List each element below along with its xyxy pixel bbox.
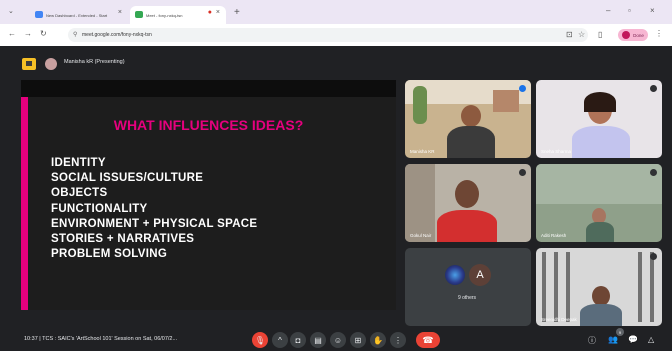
participant-body <box>437 210 497 242</box>
info-icon[interactable]: ⓘ <box>588 335 596 346</box>
bookmark-star-icon[interactable]: ☆ <box>578 30 585 39</box>
presenter-label: Manisha kR (Presenting) <box>64 59 125 65</box>
muted-mic-icon <box>519 169 526 176</box>
slide-list-item: PROBLEM SOLVING <box>51 248 168 261</box>
chevron-icon[interactable]: ^ <box>272 332 288 348</box>
tab-dashboard[interactable]: New Dashboard - Extended - Start × <box>30 6 128 24</box>
participant-face <box>455 180 479 208</box>
present-icon[interactable]: ⊞ <box>350 332 366 348</box>
slide-list: IDENTITY SOCIAL ISSUES/CULTURE OBJECTS F… <box>51 156 257 262</box>
activities-icon[interactable]: △ <box>648 335 654 344</box>
site-info-icon[interactable]: ⚲ <box>73 28 77 42</box>
raise-hand-icon[interactable]: ✋ <box>370 332 386 348</box>
participant-body <box>572 126 630 158</box>
back-icon[interactable]: ← <box>8 29 16 38</box>
participant-tile-sneha[interactable]: Sneha Sharma <box>536 80 662 158</box>
close-window-icon[interactable]: × <box>650 6 655 15</box>
recording-dot-icon: ● <box>207 9 212 16</box>
people-count-badge: 9 <box>616 328 624 336</box>
new-tab-icon[interactable]: + <box>234 7 240 18</box>
participant-face <box>592 286 610 306</box>
presenter-avatar <box>45 58 57 70</box>
plant-decor <box>413 86 427 124</box>
participant-avatar <box>445 265 465 285</box>
participant-tile-sreenidhi[interactable]: Sreenidhi Deepak <box>536 248 662 326</box>
participant-body <box>447 126 495 158</box>
browser-menu-icon[interactable]: ⋮ <box>655 29 663 38</box>
slide-list-item: ENVIRONMENT + PHYSICAL SPACE <box>51 217 258 230</box>
address-bar[interactable]: ⚲ meet.google.com/fony-nxkq-tsn <box>68 28 588 42</box>
participant-tile-gokul[interactable]: Gokul Nair <box>405 164 531 242</box>
participant-hair <box>584 92 616 112</box>
presenting-bar: Manisha kR (Presenting) <box>0 52 672 74</box>
tab-meet[interactable]: Meet - fony-nxkq-tsn ● × <box>130 6 226 24</box>
slide-title: WHAT INFLUENCES IDEAS? <box>113 117 304 133</box>
others-tile[interactable]: A 9 others <box>405 248 531 326</box>
participant-face <box>461 105 481 127</box>
meeting-controls-bar: 10:37 | TCS : SAIC's 'ArtSchool 101' Ses… <box>0 328 672 351</box>
meet-favicon-icon <box>135 11 143 18</box>
speaking-indicator-icon <box>519 85 526 92</box>
address-toolbar: ← → ↻ ⚲ meet.google.com/fony-nxkq-tsn ⊡ … <box>0 24 672 46</box>
others-count: 9 others <box>457 295 477 301</box>
install-icon[interactable]: ⊡ <box>566 30 573 39</box>
muted-mic-icon <box>650 169 657 176</box>
meeting-time-and-title: 10:37 | TCS : SAIC's 'ArtSchool 101' Ses… <box>24 336 178 342</box>
end-call-icon[interactable]: ☎ <box>416 332 440 348</box>
maximize-icon[interactable]: ▫ <box>628 6 631 15</box>
participant-avatar: A <box>469 264 491 286</box>
profile-avatar-icon <box>622 31 631 39</box>
slide-list-item: IDENTITY <box>51 157 106 169</box>
side-panel-icon[interactable]: ▯ <box>598 30 602 39</box>
minimize-icon[interactable]: – <box>606 6 610 15</box>
tab-search-icon[interactable]: ⌄ <box>8 7 14 15</box>
slide-list-item: STORIES + NARRATIVES <box>51 233 195 246</box>
participant-body <box>580 304 622 326</box>
people-icon[interactable]: 👥 <box>608 335 618 344</box>
chat-icon[interactable]: 💬 <box>628 335 638 344</box>
presentation-icon[interactable] <box>22 58 36 70</box>
more-icon[interactable]: ⋮ <box>390 332 406 348</box>
close-tab-icon[interactable]: × <box>216 9 220 16</box>
close-tab-icon[interactable]: × <box>118 9 122 16</box>
slide-top-band <box>21 80 396 97</box>
captions-icon[interactable]: ▤ <box>310 332 326 348</box>
participant-tile-aditi[interactable]: Aditi Rakesh <box>536 164 662 242</box>
muted-mic-icon <box>650 85 657 92</box>
browser-chrome: ⌄ New Dashboard - Extended - Start × Mee… <box>0 0 672 46</box>
wall-frame <box>493 90 519 112</box>
tab-strip: ⌄ New Dashboard - Extended - Start × Mee… <box>0 0 672 24</box>
emoji-icon[interactable]: ☺ <box>330 332 346 348</box>
participant-tile-manisha[interactable]: Manisha KR <box>405 80 531 158</box>
slide-list-item: SOCIAL ISSUES/CULTURE <box>51 172 204 185</box>
slide-list-item: OBJECTS <box>51 187 108 200</box>
mic-icon[interactable]: 🎙 <box>252 332 268 348</box>
camera-icon[interactable]: ◘ <box>290 332 306 348</box>
slide-list-item: FUNCTIONALITY <box>51 202 148 215</box>
dashboard-favicon-icon <box>35 11 43 18</box>
participant-body <box>586 222 614 242</box>
presented-slide: WHAT INFLUENCES IDEAS? IDENTITY SOCIAL I… <box>21 80 396 310</box>
forward-icon[interactable]: → <box>24 29 32 38</box>
muted-mic-icon <box>650 253 657 260</box>
reload-icon[interactable]: ↻ <box>40 29 47 38</box>
profile-button[interactable]: Done <box>618 29 648 41</box>
